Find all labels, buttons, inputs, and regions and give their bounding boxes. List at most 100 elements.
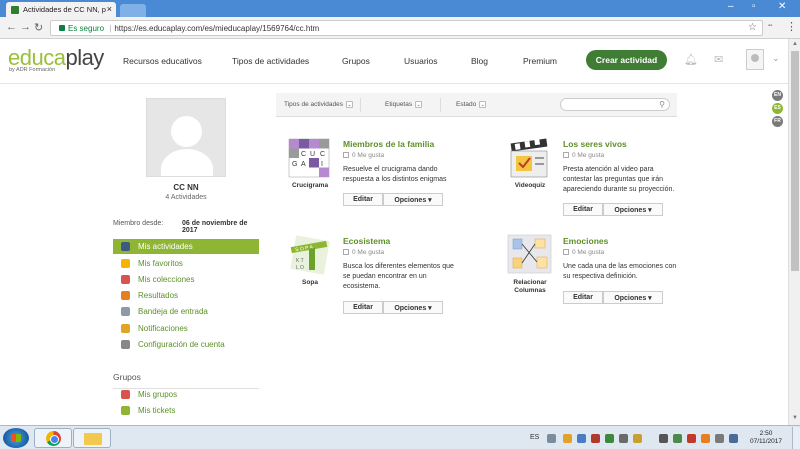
word-search-thumbnail[interactable]: S O P A K T L O	[287, 234, 332, 276]
system-clock[interactable]: 2:50 07/11/2017	[744, 430, 788, 446]
url-text: https://es.educaplay.com/es/mieducaplay/…	[114, 24, 320, 33]
forward-icon[interactable]: →	[20, 21, 31, 33]
scroll-down-icon[interactable]: ▼	[792, 415, 798, 421]
sidebar-item-mis-favoritos[interactable]: Mis favoritos	[113, 256, 259, 271]
lang-es[interactable]: ES	[772, 103, 783, 114]
activity-title[interactable]: Los seres vivos	[563, 139, 627, 149]
options-label: Opciones	[614, 207, 647, 214]
reload-icon[interactable]: ↻	[34, 21, 43, 34]
search-icon[interactable]: ⚲	[659, 100, 665, 109]
sidebar-item-mis-actividades[interactable]: Mis actividades	[113, 239, 259, 254]
tray-app-icon[interactable]	[687, 434, 696, 443]
like-count[interactable]: 0 Me gusta	[343, 249, 384, 256]
sidebar-item-resultados[interactable]: Resultados	[113, 288, 259, 303]
nav-blog[interactable]: Blog	[471, 56, 488, 66]
educaplay-logo[interactable]: educaplay	[8, 47, 104, 69]
edit-button[interactable]: Editar	[343, 193, 383, 206]
like-count[interactable]: 0 Me gusta	[563, 152, 604, 159]
input-language[interactable]: ES	[530, 434, 539, 441]
sidebar-item-mis-tickets[interactable]: Mis tickets	[113, 403, 259, 418]
nav-tipos-de-actividades[interactable]: Tipos de actividades	[232, 56, 309, 66]
show-desktop-button[interactable]	[792, 427, 800, 449]
close-tab-icon[interactable]: ×	[107, 4, 112, 14]
sidebar-item-label: Mis grupos	[138, 390, 178, 399]
chevron-down-icon[interactable]: ⌄	[772, 53, 780, 64]
extension-icon[interactable]: ▪▪	[768, 23, 772, 29]
star-icon	[121, 259, 130, 268]
network-icon[interactable]	[673, 434, 682, 443]
options-button[interactable]: Opciones ▾	[383, 301, 443, 314]
tray-app-icon[interactable]	[619, 434, 628, 443]
tray-app-icon[interactable]	[591, 434, 600, 443]
options-button[interactable]: Opciones ▾	[603, 203, 663, 216]
back-icon[interactable]: ←	[6, 21, 17, 33]
options-button[interactable]: Opciones ▾	[603, 291, 663, 304]
create-activity-button[interactable]: Crear actividad	[586, 50, 667, 70]
scroll-up-icon[interactable]: ▲	[792, 41, 798, 47]
minimize-icon[interactable]: –	[728, 1, 734, 12]
like-count[interactable]: 0 Me gusta	[563, 249, 604, 256]
volume-icon[interactable]	[659, 434, 668, 443]
taskbar-chrome[interactable]	[34, 428, 72, 448]
edit-button[interactable]: Editar	[563, 291, 603, 304]
sidebar-item-notificaciones[interactable]: Notificaciones	[113, 321, 259, 336]
new-tab-button[interactable]	[120, 4, 146, 17]
activity-type: Sopa	[302, 279, 318, 286]
bookmark-star-icon[interactable]: ☆	[748, 22, 757, 33]
group-icon	[121, 390, 130, 399]
tray-app-icon[interactable]	[547, 434, 556, 443]
maximize-icon[interactable]: ▫	[752, 1, 756, 12]
browser-tab[interactable]: Actividades de CC NN, p ×	[6, 2, 116, 17]
nav-premium[interactable]: Premium	[523, 56, 557, 66]
mail-icon[interactable]: ✉	[714, 53, 723, 66]
crossword-thumbnail[interactable]: C U C G A I	[287, 137, 332, 179]
url-bar[interactable]: Es seguro | https://es.educaplay.com/es/m…	[50, 20, 763, 36]
page-scrollbar[interactable]: ▲ ▼	[788, 39, 800, 425]
bell-icon[interactable]: 🔔︎	[684, 53, 698, 66]
filter-etiquetas[interactable]: Etiquetas ⌄	[385, 101, 423, 108]
filter-tipos-de-actividades[interactable]: Tipos de actividades ⌄	[284, 101, 354, 108]
scroll-thumb[interactable]	[791, 51, 799, 271]
nav-usuarios[interactable]: Usuarios	[404, 56, 438, 66]
activity-title[interactable]: Ecosistema	[343, 236, 390, 246]
activity-title[interactable]: Emociones	[563, 236, 608, 246]
windows-start-icon[interactable]	[3, 428, 29, 448]
browser-menu-icon[interactable]: ⋮	[786, 20, 797, 33]
edit-button[interactable]: Editar	[343, 301, 383, 314]
like-count[interactable]: 0 Me gusta	[343, 152, 384, 159]
tray-app-icon[interactable]	[577, 434, 586, 443]
chevron-down-icon: ⌄	[415, 101, 423, 108]
activity-search-input[interactable]: ⚲	[560, 98, 670, 111]
tray-app-icon[interactable]	[563, 434, 572, 443]
tray-app-icon[interactable]	[633, 434, 642, 443]
nav-recursos-educativos[interactable]: Recursos educativos	[123, 56, 202, 66]
chrome-icon	[46, 431, 61, 446]
close-window-icon[interactable]: ✕	[778, 1, 786, 12]
options-button[interactable]: Opciones ▾	[383, 193, 443, 206]
tray-app-icon[interactable]	[605, 434, 614, 443]
windows-taskbar: ES 2:50 07/11/2017	[0, 425, 800, 449]
tray-app-icon[interactable]	[701, 434, 710, 443]
nav-grupos[interactable]: Grupos	[342, 56, 370, 66]
edit-button[interactable]: Editar	[563, 203, 603, 216]
videoquiz-thumbnail[interactable]	[507, 137, 552, 179]
match-columns-thumbnail[interactable]	[507, 234, 552, 276]
secure-label: Es seguro	[68, 24, 105, 33]
svg-text:I: I	[321, 161, 323, 168]
activity-title[interactable]: Miembros de la familia	[343, 139, 434, 149]
filter-estado[interactable]: Estado ⌄	[456, 101, 487, 108]
sidebar-item-configuracion-de-cuenta[interactable]: Configuración de cuenta	[113, 337, 259, 352]
sidebar-item-label: Notificaciones	[138, 324, 188, 333]
sidebar-item-mis-colecciones[interactable]: Mis colecciones	[113, 272, 259, 287]
sidebar-item-bandeja-de-entrada[interactable]: Bandeja de entrada	[113, 304, 259, 319]
chevron-down-icon: ⌄	[346, 101, 354, 108]
taskbar-explorer[interactable]	[73, 428, 111, 448]
sidebar-item-mis-grupos[interactable]: Mis grupos	[113, 387, 259, 402]
lang-fr[interactable]: FR	[772, 116, 783, 127]
tray-app-icon[interactable]	[715, 434, 724, 443]
lang-en[interactable]: EN	[772, 90, 783, 101]
user-avatar[interactable]	[746, 49, 764, 70]
tray-app-icon[interactable]	[729, 434, 738, 443]
likes-label: 0 Me gusta	[352, 152, 385, 159]
filter-label: Estado	[456, 101, 477, 108]
